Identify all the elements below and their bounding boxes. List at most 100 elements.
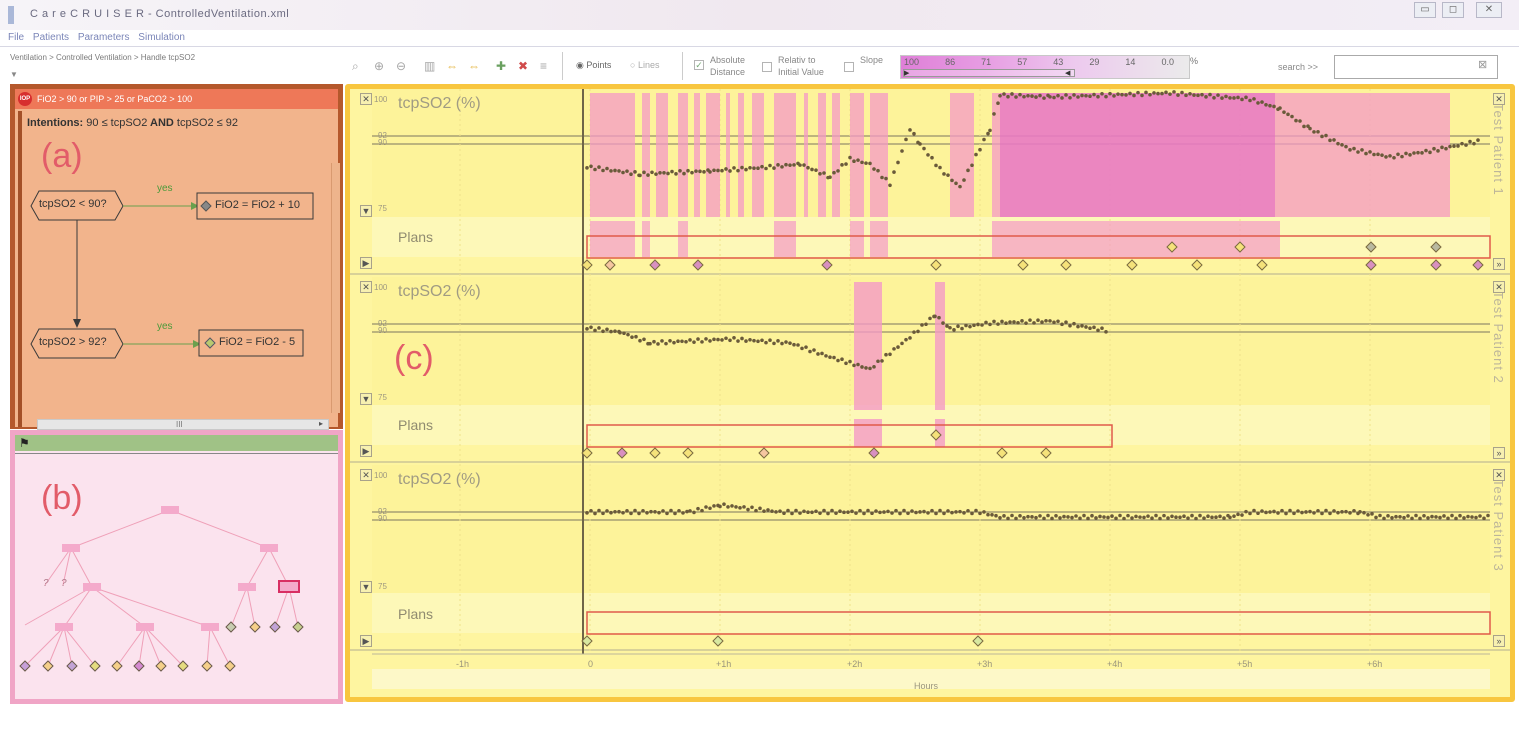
plan-marker[interactable] — [649, 259, 661, 271]
menu-file[interactable]: File — [8, 32, 24, 43]
list-icon[interactable]: ≡ — [540, 59, 547, 73]
lane3-collapse-button[interactable]: ▼ — [360, 581, 372, 593]
leaf-diamond[interactable] — [292, 621, 304, 633]
slider-right-handle-icon[interactable]: ◀ — [1065, 69, 1070, 77]
lane2-close-button[interactable]: ✕ — [360, 281, 372, 293]
absolute-distance-checkbox[interactable]: ✓ — [694, 60, 704, 70]
zoom-out-icon[interactable]: ⊖ — [396, 59, 406, 73]
tree-node[interactable] — [201, 623, 219, 631]
align-icon[interactable]: ▥ — [424, 59, 435, 73]
plan-marker[interactable] — [996, 447, 1008, 459]
data-point — [589, 508, 593, 513]
plan-marker[interactable] — [1017, 259, 1029, 271]
plan-marker[interactable] — [649, 447, 661, 459]
tree-node[interactable] — [55, 623, 73, 631]
plan-marker[interactable] — [1060, 259, 1072, 271]
plan-marker[interactable] — [1430, 259, 1442, 271]
search-input[interactable] — [1334, 55, 1498, 79]
leaf-diamond[interactable] — [269, 621, 281, 633]
scale-value: 100 — [904, 57, 920, 67]
leaf-diamond[interactable] — [133, 660, 145, 672]
lane1-scroll-button[interactable]: » — [1493, 258, 1505, 270]
lane2-plans-expand-button[interactable]: ▶ — [360, 445, 372, 457]
color-scale-slider[interactable]: 100 86 71 57 43 29 14 0.0 ▶ ◀ — [900, 55, 1190, 79]
leaf-diamond[interactable] — [225, 621, 237, 633]
move-right-icon[interactable]: ⇔ — [468, 59, 480, 73]
lane2-collapse-button[interactable]: ▼ — [360, 393, 372, 405]
clear-search-icon[interactable]: ⊠ — [1478, 58, 1487, 71]
scale-value: 14 — [1125, 57, 1136, 67]
tree-node[interactable] — [83, 583, 101, 591]
leaf-diamond[interactable] — [224, 660, 236, 672]
leaf-diamond[interactable] — [249, 621, 261, 633]
zoom-fit-icon[interactable]: ⌕ — [352, 59, 359, 74]
breadcrumb-dropdown-icon[interactable]: ▼ — [10, 70, 18, 79]
lane1-close-button[interactable]: ✕ — [360, 93, 372, 105]
lane2-remove-button[interactable]: ✕ — [1493, 281, 1505, 293]
data-point — [1006, 94, 1010, 99]
tree-node[interactable] — [161, 506, 179, 514]
plan-marker[interactable] — [604, 259, 616, 271]
lane2-plans-label: Plans — [398, 417, 434, 433]
plan-marker[interactable] — [1126, 259, 1138, 271]
lane3-remove-button[interactable]: ✕ — [1493, 469, 1505, 481]
plan-marker[interactable] — [682, 447, 694, 459]
leaf-diamond[interactable] — [89, 660, 101, 672]
tree-node[interactable] — [62, 544, 80, 552]
add-marker-icon[interactable]: ✚ — [496, 59, 506, 73]
plan-marker[interactable] — [1472, 259, 1484, 271]
minimize-button[interactable]: ▭ — [1414, 2, 1436, 18]
plan-marker[interactable] — [930, 259, 942, 271]
scroll-right-icon[interactable]: ▸ — [319, 419, 323, 428]
data-point — [1284, 511, 1288, 516]
menu-parameters[interactable]: Parameters — [78, 32, 130, 43]
plan-marker[interactable] — [1191, 259, 1203, 271]
lane1-collapse-button[interactable]: ▼ — [360, 205, 372, 217]
plan-marker[interactable] — [616, 447, 628, 459]
plan-marker[interactable] — [692, 259, 704, 271]
plan-marker[interactable] — [1365, 259, 1377, 271]
remove-marker-icon[interactable]: ✖ — [518, 59, 528, 73]
horizontal-scrollbar[interactable]: III — [37, 419, 329, 430]
plan-marker[interactable] — [758, 447, 770, 459]
lane3-plans-expand-button[interactable]: ▶ — [360, 635, 372, 647]
leaf-diamond[interactable] — [42, 660, 54, 672]
scale-value: 0.0 — [1161, 57, 1174, 67]
relative-checkbox[interactable] — [762, 62, 772, 72]
leaf-diamond[interactable] — [201, 660, 213, 672]
lane3-close-button[interactable]: ✕ — [360, 469, 372, 481]
data-point — [605, 327, 609, 332]
tree-node[interactable] — [136, 623, 154, 631]
plan-marker[interactable] — [868, 447, 880, 459]
points-radio[interactable]: ◉ Points — [576, 60, 611, 71]
slider-left-handle-icon[interactable]: ▶ — [904, 69, 909, 77]
tree-node[interactable] — [260, 544, 278, 552]
data-point — [868, 366, 872, 371]
plan-marker[interactable] — [1040, 447, 1052, 459]
lane1-remove-button[interactable]: ✕ — [1493, 93, 1505, 105]
lane2-scroll-button[interactable]: » — [1493, 447, 1505, 459]
lines-radio[interactable]: ○ Lines — [630, 60, 659, 70]
plan-marker[interactable] — [1256, 259, 1268, 271]
menu-patients[interactable]: Patients — [33, 32, 69, 43]
maximize-button[interactable]: ◻ — [1442, 2, 1464, 18]
lines-label: Lines — [637, 60, 660, 70]
lane3-scroll-button[interactable]: » — [1493, 635, 1505, 647]
scale-range-track[interactable] — [903, 69, 1075, 77]
move-left-icon[interactable]: ⇔ — [446, 59, 458, 73]
leaf-diamond[interactable] — [111, 660, 123, 672]
lane1-plans-expand-button[interactable]: ▶ — [360, 257, 372, 269]
data-point — [858, 508, 862, 513]
zoom-in-icon[interactable]: ⊕ — [374, 59, 384, 73]
slope-checkbox[interactable] — [844, 62, 854, 72]
plan-marker[interactable] — [821, 259, 833, 271]
close-button[interactable]: ✕ — [1476, 2, 1502, 18]
leaf-diamond[interactable] — [155, 660, 167, 672]
menu-simulation[interactable]: Simulation — [138, 32, 185, 43]
plan-marker[interactable] — [712, 635, 724, 647]
selected-tree-node[interactable] — [278, 580, 300, 593]
tree-node[interactable] — [238, 583, 256, 591]
leaf-diamond[interactable] — [66, 660, 78, 672]
toolbar-separator — [682, 52, 683, 80]
plan-marker[interactable] — [972, 635, 984, 647]
